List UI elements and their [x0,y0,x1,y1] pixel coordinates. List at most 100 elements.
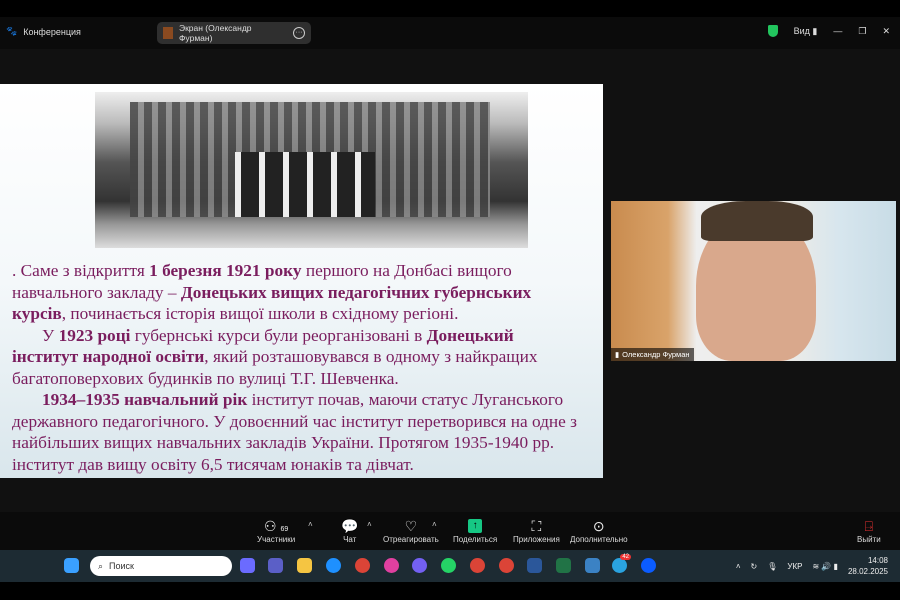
telegram-icon[interactable]: 42 [612,554,631,573]
historic-building-photo [95,92,528,248]
microphone-icon[interactable]: 🎙 [767,562,777,571]
slide-text-segment: губернські курси були реорганізовані в [130,325,427,345]
signal-icon: ▮ [615,350,620,359]
view-label: Вид [793,25,810,36]
wifi-volume-battery-icon[interactable]: ≋ 🔊 ▮ [812,562,838,571]
chrome-profile-icon[interactable] [470,558,485,573]
participants-label: Участники [257,535,296,544]
slide-line: 1934–1935 навчальний рік інститут почав,… [12,389,577,411]
chat-label: Чат [343,535,357,544]
slide-line: інститут дав вищу освіту 6,5 тисячам юна… [12,454,577,476]
slide-line: курсів, починається історія вищої школи … [12,303,577,325]
zoom-icon[interactable] [641,558,656,573]
chrome-profile-icon[interactable] [499,558,514,573]
search-icon: ⌕ [98,560,104,571]
people-icon: ⚇ 69 [263,518,289,534]
excel-icon[interactable] [556,558,571,573]
chevron-up-icon[interactable]: ˄ [432,520,437,529]
share-label: Поделиться [453,535,498,544]
heart-icon: ♡ [404,518,418,534]
share-arrow-icon: ↑ [468,519,483,533]
slide-line: державного педагогічного. У довоєнний ча… [12,411,577,433]
slide-text-segment: . Саме з відкриття [12,261,150,280]
share-label: Экран (Олександр Фурман) [178,23,252,43]
close-button[interactable]: ✕ [882,26,890,37]
slide-text: . Саме з відкриття 1 березня 1921 року п… [12,260,577,475]
slide-line: . Саме з відкриття 1 березня 1921 року п… [12,260,577,282]
teams-icon[interactable] [268,558,283,573]
slide-text-segment: 1923 році [58,325,131,345]
participant-video[interactable]: ▮ Олександр Фурман [611,201,896,361]
slide-text-segment: 1 березня 1921 року [149,261,302,280]
view-button[interactable]: Вид ▮ [794,26,818,37]
sync-icon[interactable]: ↻ [751,562,758,571]
more-icon[interactable]: ··· [293,27,305,39]
more-button[interactable]: ⊙ Дополнительно [570,517,628,544]
app-title: 🐾 Конференция [6,26,81,37]
language-indicator[interactable]: УКР [787,562,802,571]
slide-text-segment: Донецьких вищих педагогічних губернських [180,282,532,302]
react-label: Отреагировать [383,535,439,544]
react-button[interactable]: ♡ Отреагировать [383,517,439,544]
apps-button[interactable]: ⛶ Приложения [513,517,560,544]
slide-text-segment: курсів [12,304,62,323]
app-drop-icon[interactable] [384,558,399,573]
paw-icon: 🐾 [6,26,18,36]
windows-taskbar: ⌕ Поиск 42 ˄ ↻ 🎙 УКР ≋ 🔊 ▮ 14:08 28.02.202… [0,550,900,582]
slide-text-segment: навчального закладу – [12,282,181,302]
slide-text-segment: державного педагогічного. У довоєнний ча… [12,411,577,431]
apps-icon: ⛶ [531,518,542,534]
chevron-up-icon[interactable]: ˄ [736,562,741,571]
app-title-text: Конференция [23,26,81,37]
date: 28.02.2025 [847,567,888,576]
chevron-up-icon[interactable]: ˄ [308,520,313,529]
slide-text-segment: Донецький [426,325,514,345]
copilot-icon[interactable] [240,558,255,573]
leave-label: Выйти [857,535,881,544]
slide-line: найбільших вищих навчальних закладів Укр… [12,432,577,454]
chat-button[interactable]: 💬 Чат [341,517,358,544]
viber-icon[interactable] [412,558,427,573]
slide-text-segment: інститут почав, маючи статус Луганського [247,390,564,409]
chat-icon: 💬 [341,518,359,534]
restore-button[interactable]: ❐ [858,26,866,37]
avatar [163,27,173,39]
share-button[interactable]: ↑ Поделиться [453,517,497,544]
leave-button[interactable]: ⍈ Выйти [857,517,881,544]
slide-text-segment: 1934–1935 навчальний рік [42,390,248,409]
apps-label: Приложения [513,535,560,544]
screen-share-pill[interactable]: Экран (Олександр Фурман) ··· [157,22,311,44]
slide-line: багатоповерхових будинків по вулиці Т.Г.… [12,368,577,390]
slide-text-segment: , який розташовувався в одному з найкращ… [204,347,538,366]
whatsapp-icon[interactable] [441,558,456,573]
file-explorer-icon[interactable] [297,558,312,573]
search-input[interactable]: ⌕ Поиск [90,556,232,576]
shield-icon[interactable] [767,25,778,37]
slide-line: інститут народної освіти, який розташову… [12,346,577,368]
slide-line: навчального закладу – Донецьких вищих пе… [12,282,577,304]
start-icon[interactable] [64,558,79,573]
slide-text-segment: першого на Донбасі вищого [301,261,512,280]
edge-icon[interactable] [326,558,341,573]
slide-text-segment: інститут дав вищу освіту 6,5 тисячам юна… [12,454,414,474]
clock[interactable]: 14:08 28.02.2025 [848,555,888,577]
meeting-stage: . Саме з відкриття 1 березня 1921 року п… [0,49,900,512]
search-placeholder: Поиск [109,561,134,571]
slide-line: У 1923 році губернські курси були реорга… [12,325,577,347]
minimize-button[interactable]: — [833,26,842,36]
word-icon[interactable] [527,558,542,573]
photos-icon[interactable] [585,558,600,573]
participants-button[interactable]: ⚇ 69 Участники [257,517,295,544]
participant-label: ▮ Олександр Фурман [611,348,694,361]
time: 14:08 [867,556,888,565]
participants-count: 69 [280,526,289,533]
telegram-badge: 42 [620,554,631,560]
meeting-controls: ⚇ 69 Участники ˄ 💬 Чат ˄ ♡ Отреагировать ˄ … [0,512,900,550]
slide-text-segment: багатоповерхових будинків по вулиці Т.Г.… [12,368,399,388]
more-label: Дополнительно [570,535,628,544]
chevron-up-icon[interactable]: ˄ [367,520,372,529]
slide-text-segment: інститут народної освіти [12,347,205,366]
title-bar: 🐾 Конференция Экран (Олександр Фурман) ···… [0,17,900,49]
chrome-icon[interactable] [355,558,370,573]
slide-text-segment: , починається історія вищої школи в схід… [61,304,459,323]
